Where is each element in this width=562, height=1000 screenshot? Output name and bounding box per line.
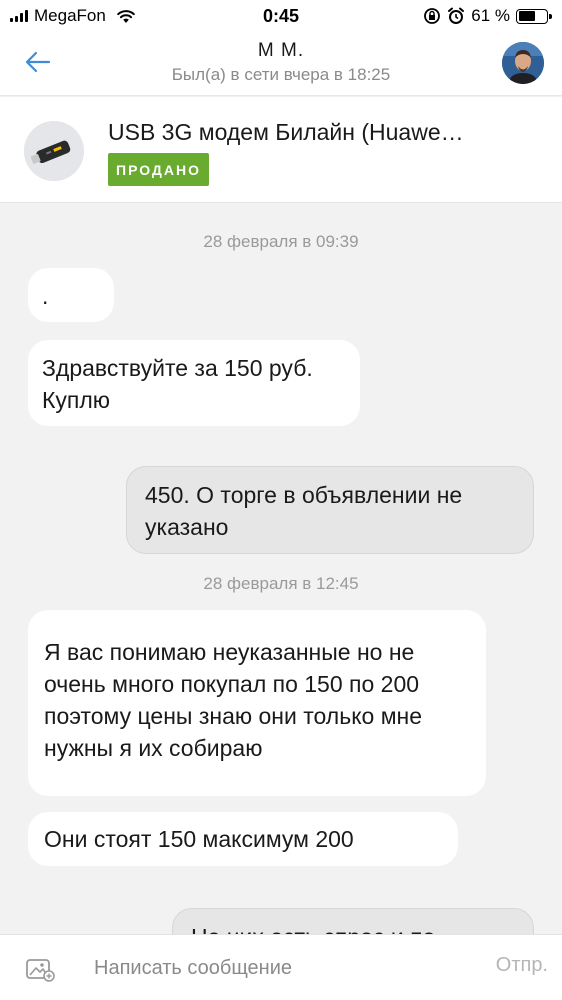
contact-last-seen: Был(а) в сети вчера в 18:25: [171, 65, 391, 84]
battery-level: [518, 11, 535, 21]
alarm-icon: [448, 7, 465, 24]
date-separator: 28 февраля в 12:45: [203, 574, 359, 593]
attach-photo-button[interactable]: [24, 953, 56, 985]
message-bubble-incoming: .: [28, 268, 114, 322]
avatar[interactable]: [502, 42, 544, 84]
status-left: MegaFon: [10, 6, 136, 26]
status-right: 61 %: [423, 6, 552, 26]
listing-title: USB 3G модем Билайн (Huawe…: [108, 119, 464, 145]
wifi-icon: [117, 9, 135, 23]
sold-badge: ПРОДАНО: [108, 153, 210, 186]
message-composer: Отпр.: [0, 934, 562, 1000]
date-separator: 28 февраля в 09:39: [203, 232, 359, 251]
message-bubble-outgoing: 450. О торге в объявлении не указано: [126, 466, 534, 554]
battery-icon: [516, 8, 552, 24]
user-photo-icon: [502, 42, 544, 84]
message-bubble-outgoing: На них есть спрос и по: [172, 908, 534, 934]
carrier-name: MegaFon: [34, 6, 106, 25]
cellular-signal-icon: [10, 10, 28, 22]
message-bubble-incoming: Я вас понимаю неуказанные но не очень мн…: [28, 610, 486, 796]
usb-modem-icon: [24, 121, 84, 181]
message-bubble-incoming: Здравствуйте за 150 руб. Куплю: [28, 340, 360, 426]
image-icon: [26, 959, 55, 982]
send-button[interactable]: Отпр.: [496, 954, 548, 977]
chat-header: М М. Был(а) в сети вчера в 18:25: [0, 32, 562, 96]
battery-percent: 61 %: [471, 6, 510, 25]
message-input[interactable]: [94, 951, 454, 985]
status-bar: MegaFon 0:45 61 %: [0, 0, 562, 32]
message-bubble-incoming: Они стоят 150 максимум 200: [28, 812, 458, 866]
rotation-lock-icon: [424, 8, 441, 24]
listing-thumbnail: [24, 121, 84, 181]
message-list[interactable]: 28 февраля в 09:39 . Здравствуйте за 150…: [0, 204, 562, 934]
listing-card[interactable]: USB 3G модем Билайн (Huawe… ПРОДАНО: [0, 97, 562, 203]
contact-name: М М.: [257, 40, 305, 61]
